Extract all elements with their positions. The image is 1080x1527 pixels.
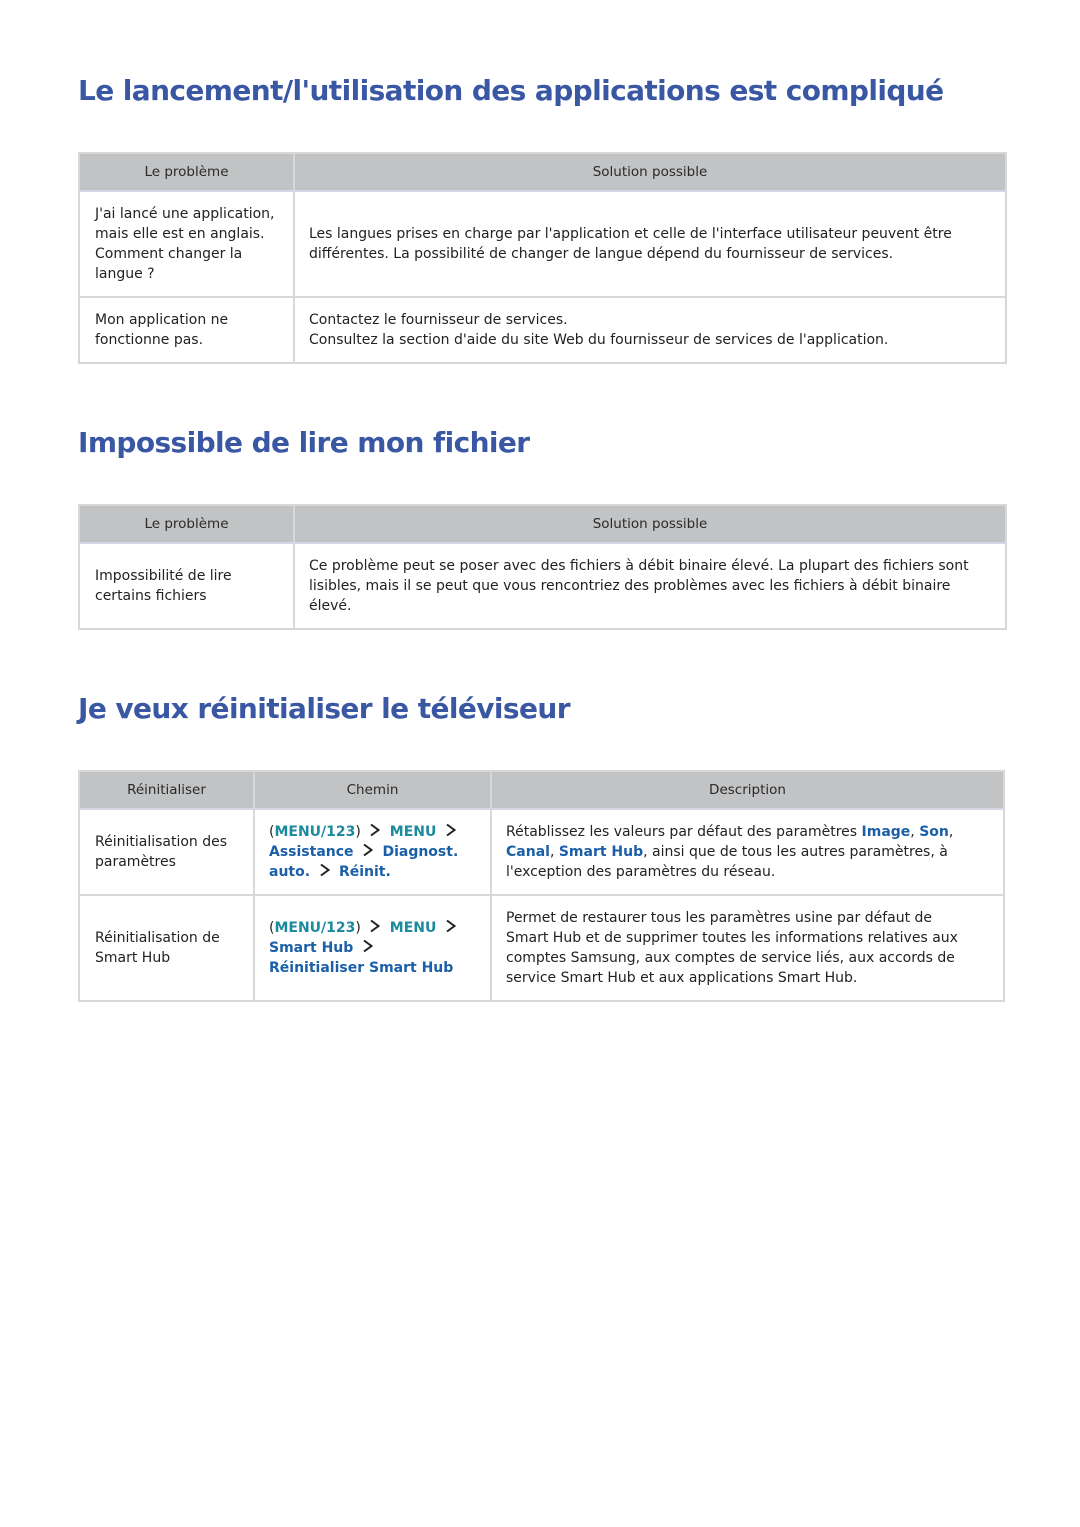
path-step-assistance[interactable]: Assistance (269, 844, 354, 860)
table-row: Mon application ne fonctionne pas. Conta… (78, 296, 1007, 364)
table-header-row: Réinitialiser Chemin Description (78, 770, 1005, 810)
table-row: Réinitialisation de Smart Hub (MENU/123)… (78, 894, 1005, 1002)
chevron-right-icon (444, 919, 458, 933)
chevron-right-icon (444, 823, 458, 837)
menu-path: (MENU/123) MENU Assistance Diagnost. aut… (269, 823, 459, 880)
section-title-app-launch: Le lancement/l'utilisation des applicati… (78, 74, 944, 107)
problem-cell: J'ai lancé une application, mais elle es… (78, 190, 295, 298)
problem-cell: Impossibilité de lire certains fichiers (78, 542, 295, 630)
table-header-row: Le problème Solution possible (78, 504, 1007, 544)
header-problem: Le problème (78, 504, 295, 544)
solution-cell: Les langues prises en charge par l'appli… (293, 190, 1007, 298)
reset-cell: Réinitialisation de Smart Hub (78, 894, 255, 1002)
header-problem: Le problème (78, 152, 295, 192)
header-description: Description (490, 770, 1005, 810)
path-step-smart-hub[interactable]: Smart Hub (269, 940, 353, 956)
menu-key-link[interactable]: MENU/123 (274, 824, 355, 840)
chevron-right-icon (368, 919, 382, 933)
link-image[interactable]: Image (862, 824, 911, 840)
link-smart-hub[interactable]: Smart Hub (559, 844, 643, 860)
chevron-right-icon (361, 939, 375, 953)
path-step-reset-smart-hub[interactable]: Réinitialiser Smart Hub (269, 960, 453, 976)
solution-cell: Contactez le fournisseur de services. Co… (293, 296, 1007, 364)
path-cell: (MENU/123) MENU Smart Hub Réinitialiser … (253, 894, 492, 1002)
chevron-right-icon (368, 823, 382, 837)
chevron-right-icon (318, 863, 332, 877)
table-reset-tv: Réinitialiser Chemin Description Réiniti… (78, 770, 1005, 1002)
menu-link[interactable]: MENU (390, 920, 437, 936)
menu-path: (MENU/123) MENU Smart Hub Réinitialiser … (269, 918, 476, 978)
menu-key-link[interactable]: MENU/123 (274, 920, 355, 936)
header-path: Chemin (253, 770, 492, 810)
reset-cell: Réinitialisation des paramètres (78, 808, 255, 896)
chevron-right-icon (361, 843, 375, 857)
link-son[interactable]: Son (919, 824, 949, 840)
section-title-file-playback: Impossible de lire mon fichier (78, 426, 530, 459)
path-step-reset[interactable]: Réinit. (339, 864, 391, 880)
header-reset: Réinitialiser (78, 770, 255, 810)
table-row: J'ai lancé une application, mais elle es… (78, 190, 1007, 298)
problem-cell: Mon application ne fonctionne pas. (78, 296, 295, 364)
section-title-reset-tv: Je veux réinitialiser le téléviseur (78, 692, 571, 725)
description-cell: Rétablissez les valeurs par défaut des p… (490, 808, 1005, 896)
description-cell: Permet de restaurer tous les paramètres … (490, 894, 1005, 1002)
header-solution: Solution possible (293, 152, 1007, 192)
path-cell: (MENU/123) MENU Assistance Diagnost. aut… (253, 808, 492, 896)
table-header-row: Le problème Solution possible (78, 152, 1007, 192)
menu-link[interactable]: MENU (390, 824, 437, 840)
solution-cell: Ce problème peut se poser avec des fichi… (293, 542, 1007, 630)
link-canal[interactable]: Canal (506, 844, 550, 860)
table-row: Réinitialisation des paramètres (MENU/12… (78, 808, 1005, 896)
header-solution: Solution possible (293, 504, 1007, 544)
table-app-launch: Le problème Solution possible J'ai lancé… (78, 152, 1007, 364)
table-row: Impossibilité de lire certains fichiers … (78, 542, 1007, 630)
table-file-playback: Le problème Solution possible Impossibil… (78, 504, 1007, 630)
